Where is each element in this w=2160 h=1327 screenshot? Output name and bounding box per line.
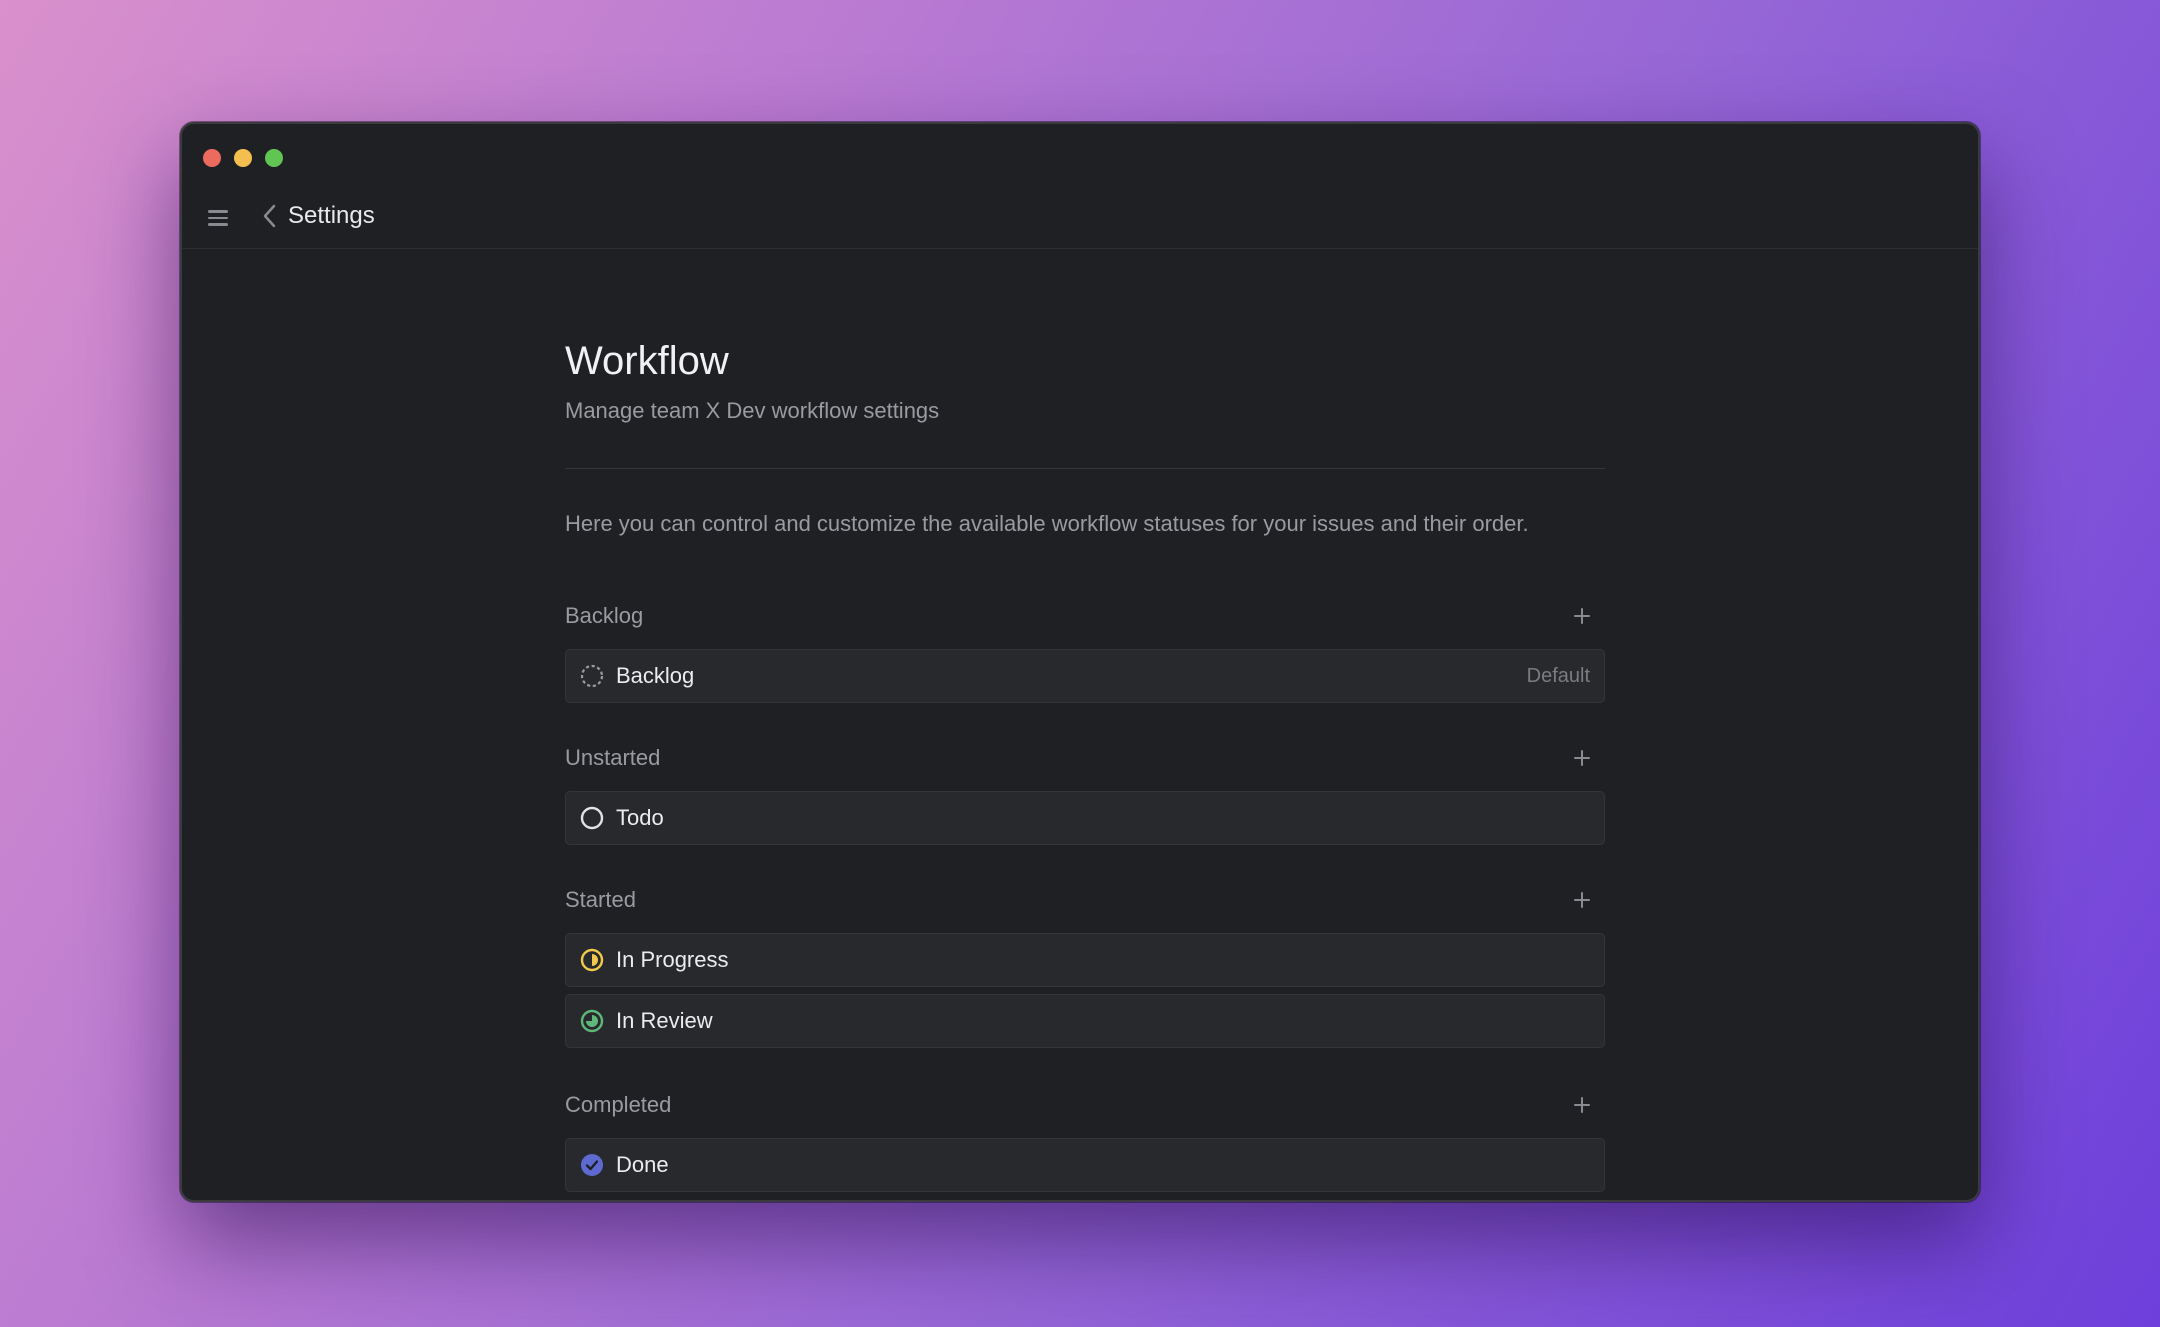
status-row-in-progress[interactable]: In Progress: [565, 933, 1605, 987]
empty-circle-icon: [580, 806, 604, 830]
status-row-in-review[interactable]: In Review: [565, 994, 1605, 1048]
plus-icon: [1574, 892, 1590, 908]
status-name: Backlog: [616, 663, 695, 688]
status-row-done[interactable]: Done: [565, 1138, 1605, 1192]
three-quarter-circle-icon: [580, 1009, 604, 1033]
plus-icon: [1574, 750, 1590, 766]
minimize-window-button[interactable]: [234, 149, 252, 167]
chevron-left-icon: [263, 204, 276, 228]
add-status-button[interactable]: [1567, 601, 1597, 631]
close-window-button[interactable]: [203, 149, 221, 167]
status-name: In Review: [616, 1008, 713, 1033]
plus-icon: [1574, 1097, 1590, 1113]
half-circle-icon: [580, 948, 604, 972]
status-row-todo[interactable]: Todo: [565, 791, 1605, 845]
app-window: Settings Workflow Manage team X Dev work…: [180, 122, 1980, 1202]
status-name: Done: [616, 1152, 669, 1177]
group-label: Unstarted: [565, 745, 661, 770]
group-label: Backlog: [565, 603, 644, 628]
status-group-backlog: Backlog Backlog Default: [565, 599, 1605, 703]
plus-icon: [1574, 608, 1590, 624]
status-name: Todo: [616, 805, 664, 830]
main-content: Workflow Manage team X Dev workflow sett…: [565, 248, 1605, 1192]
status-name: In Progress: [616, 947, 729, 972]
dashed-circle-icon: [580, 664, 604, 688]
divider: [565, 468, 1605, 469]
status-group-unstarted: Unstarted Todo: [565, 741, 1605, 845]
window-controls: [203, 149, 283, 167]
status-row-backlog[interactable]: Backlog Default: [565, 649, 1605, 703]
back-label: Settings: [288, 202, 375, 229]
group-label: Started: [565, 887, 636, 912]
default-badge: Default: [1526, 664, 1590, 687]
page-description: Here you can control and customize the a…: [565, 511, 1529, 536]
page-title: Workflow: [565, 339, 729, 383]
add-status-button[interactable]: [1567, 1090, 1597, 1120]
status-group-completed: Completed Done: [565, 1088, 1605, 1192]
maximize-window-button[interactable]: [265, 149, 283, 167]
add-status-button[interactable]: [1567, 885, 1597, 915]
hamburger-icon[interactable]: [208, 206, 232, 230]
status-group-started: Started In Progress In Review: [565, 883, 1605, 1048]
add-status-button[interactable]: [1567, 743, 1597, 773]
back-to-settings-button[interactable]: Settings: [260, 202, 375, 230]
page-subtitle: Manage team X Dev workflow settings: [565, 398, 940, 423]
check-circle-icon: [580, 1153, 604, 1177]
top-bar: Settings: [182, 188, 1978, 249]
group-label: Completed: [565, 1092, 672, 1117]
